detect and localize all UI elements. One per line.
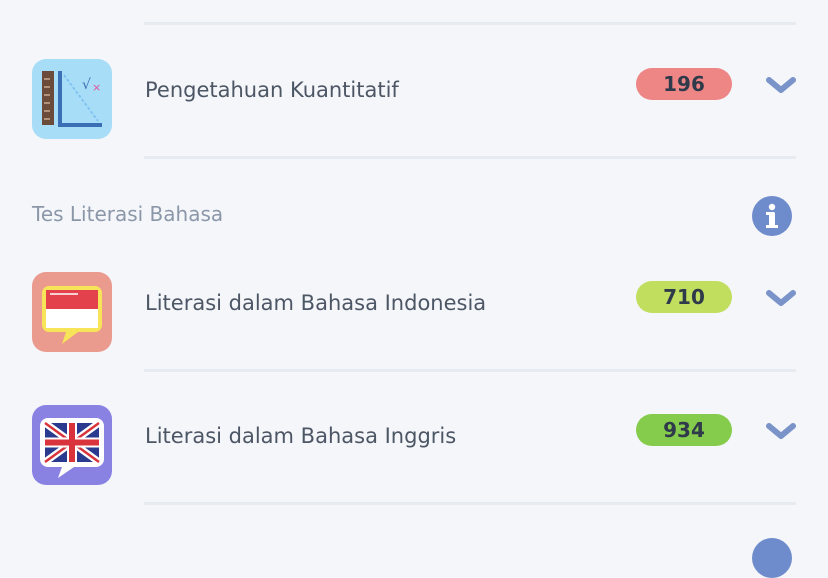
svg-text:√: √ xyxy=(82,77,91,93)
section-title: Tes Literasi Bahasa xyxy=(32,202,224,226)
divider xyxy=(144,22,796,25)
divider xyxy=(144,156,796,159)
row-label: Literasi dalam Bahasa Inggris xyxy=(145,424,457,448)
ruler-math-icon: √ × xyxy=(32,59,112,139)
info-icon[interactable] xyxy=(752,196,792,236)
indonesia-flag-chat-icon xyxy=(32,272,112,352)
list-item-literasi-bahasa-indonesia[interactable]: Literasi dalam Bahasa Indonesia 710 xyxy=(0,254,828,352)
list-item-literasi-bahasa-inggris[interactable]: Literasi dalam Bahasa Inggris 934 xyxy=(0,387,828,485)
score-badge: 196 xyxy=(636,68,732,100)
divider xyxy=(144,502,796,505)
divider xyxy=(144,369,796,372)
row-label: Pengetahuan Kuantitatif xyxy=(145,78,399,102)
list-item-pengetahuan-kuantitatif[interactable]: √ × Pengetahuan Kuantitatif 196 xyxy=(0,41,828,139)
score-badge: 934 xyxy=(636,414,732,446)
score-badge: 710 xyxy=(636,281,732,313)
uk-flag-chat-icon xyxy=(32,405,112,485)
chevron-down-icon[interactable] xyxy=(765,287,797,309)
row-label: Literasi dalam Bahasa Indonesia xyxy=(145,291,487,315)
svg-text:×: × xyxy=(92,81,101,94)
chevron-down-icon[interactable] xyxy=(765,420,797,442)
info-icon[interactable] xyxy=(752,538,792,578)
chevron-down-icon[interactable] xyxy=(765,74,797,96)
